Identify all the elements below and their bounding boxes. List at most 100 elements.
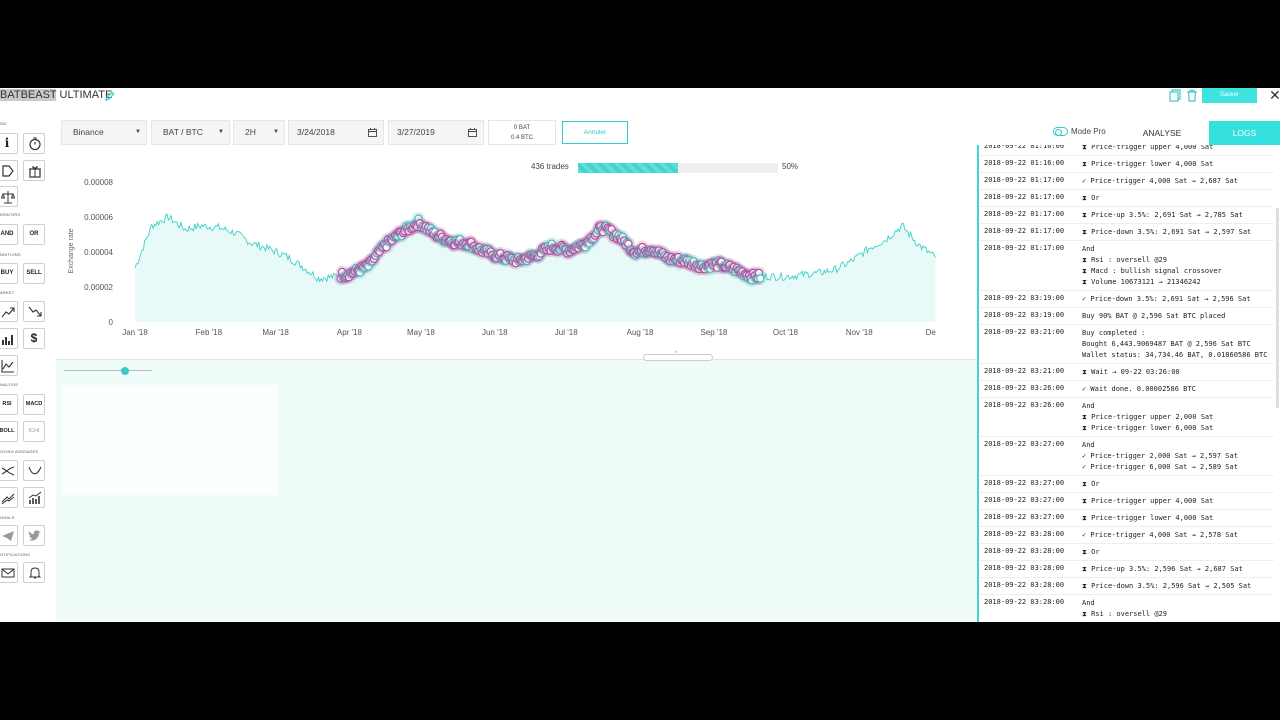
log-timestamp: 2018-09-22 03:27:00: [984, 496, 1065, 504]
log-timestamp: 2018-09-22 03:27:00: [984, 513, 1065, 521]
double-line-icon: [1, 493, 15, 505]
x-tick-label: Jul '18: [555, 328, 578, 337]
x-tick-label: Mar '18: [262, 328, 289, 337]
calendar-icon[interactable]: [368, 128, 377, 137]
start-date-input[interactable]: 3/24/2018: [288, 120, 384, 145]
trash-icon[interactable]: [1186, 89, 1198, 102]
envelope-icon: [1, 568, 15, 578]
toggle-switch[interactable]: [1053, 127, 1068, 136]
ichi-block[interactable]: ICHI: [23, 421, 45, 442]
section-label: ARKET: [0, 290, 15, 295]
log-message: And ⧗ Rsi : oversell @29 ⧗ Macd : bullish …: [1082, 244, 1222, 288]
close-icon[interactable]: ✕: [1269, 88, 1280, 104]
balance-block[interactable]: [0, 186, 18, 207]
log-message: ⧗ Price-trigger upper 4,000 Sat: [1082, 496, 1213, 507]
logs-panel[interactable]: 2018-09-22 01:16:00 ⧗ Price-trigger upper…: [977, 145, 1280, 622]
and-block[interactable]: AND: [0, 224, 18, 245]
candle-block[interactable]: [0, 355, 18, 376]
pencil-icon[interactable]: [104, 90, 116, 102]
line-chart-icon: [1, 360, 14, 373]
log-separator: [979, 475, 1274, 476]
twitter-block[interactable]: [23, 525, 45, 546]
y-tick-label: 0.00006: [84, 213, 113, 222]
price-block[interactable]: $: [23, 328, 45, 349]
log-message-line: Buy 90% BAT @ 2,596 Sat BTC placed: [1082, 312, 1226, 320]
log-message: And ⧗ Rsi : oversell @29: [1082, 598, 1167, 620]
log-message-line: ⧗ Rsi : oversell @29: [1082, 256, 1167, 264]
progress-percent: 50%: [782, 162, 799, 171]
buy-block[interactable]: BUY: [0, 263, 18, 284]
series-area: [135, 214, 936, 322]
price-chart[interactable]: 0 0.00002 0.00004 0.00006 0.00008 Exchange ra…: [56, 174, 976, 364]
save-button[interactable]: Sauver: [1202, 88, 1257, 103]
log-timestamp: 2018-09-22 03:19:00: [984, 311, 1065, 319]
exchange-select[interactable]: Binance ▼: [61, 120, 147, 145]
telegram-block[interactable]: [0, 525, 18, 546]
log-message-line: ⧗ Or: [1082, 194, 1100, 202]
calendar-icon[interactable]: [468, 128, 477, 137]
notification-block[interactable]: [23, 562, 45, 583]
price-down-block[interactable]: [23, 301, 45, 322]
x-tick-label: Aug '18: [627, 328, 654, 337]
log-message-line: And: [1082, 402, 1095, 410]
ma-curve-block[interactable]: [23, 460, 45, 481]
tag-block[interactable]: [0, 160, 18, 181]
log-message-line: ⧗ Volume 10673121 → 21346242: [1082, 278, 1201, 286]
zoom-slider-knob[interactable]: [121, 367, 129, 375]
copy-icon[interactable]: [1169, 89, 1181, 102]
boll-block[interactable]: BOLL: [0, 421, 18, 442]
price-up-block[interactable]: [0, 301, 18, 322]
macd-block[interactable]: MACD: [23, 394, 45, 415]
log-timestamp: 2018-09-22 01:17:00: [984, 193, 1065, 201]
timer-block[interactable]: [23, 133, 45, 154]
log-separator: [979, 363, 1274, 364]
log-separator: [979, 380, 1274, 381]
x-tick-label: May '18: [407, 328, 435, 337]
divider: [56, 359, 976, 360]
zoom-slider-track[interactable]: [64, 370, 152, 371]
log-message-line: ⧗ Or: [1082, 480, 1100, 488]
log-message: ✓ Price-trigger 4,000 Sat → 2,578 Sat: [1082, 530, 1238, 541]
log-message-line: ✓ Price-trigger 4,000 Sat → 2,578 Sat: [1082, 531, 1238, 539]
log-message: Buy completed : Bought 6,443.9069487 BAT …: [1082, 328, 1267, 361]
interval-select[interactable]: 2H ▼: [233, 120, 285, 145]
logs-scrollbar[interactable]: [1276, 208, 1279, 408]
log-message-line: ⧗ Macd : bullish signal crossover: [1082, 267, 1222, 275]
log-separator: [979, 290, 1274, 291]
scale-icon: [1, 191, 15, 204]
mode-pro-toggle[interactable]: Mode Pro: [1053, 127, 1106, 136]
trend-up-icon: [1, 307, 15, 318]
pair-select[interactable]: BAT / BTC ▼: [151, 120, 230, 145]
sell-block[interactable]: SELL: [23, 263, 45, 284]
ma-cross-icon: [1, 466, 15, 476]
log-message-line: Bought 6,443.9069487 BAT @ 2,596 Sat BTC: [1082, 340, 1251, 348]
log-message: ✓ Price-down 3.5%: 2,691 Sat → 2,596 Sat: [1082, 294, 1251, 305]
log-message-line: ✓ Price-trigger 2,000 Sat → 2,597 Sat: [1082, 452, 1238, 460]
volume-block[interactable]: [0, 328, 18, 349]
log-timestamp: 2018-09-22 01:17:00: [984, 227, 1065, 235]
tab-analyse[interactable]: ANALYSE: [1115, 121, 1209, 146]
rsi-block[interactable]: RSI: [0, 394, 18, 415]
cancel-button[interactable]: Annuler: [562, 121, 628, 144]
end-date-input[interactable]: 3/27/2019: [388, 120, 484, 145]
log-timestamp: 2018-09-22 03:26:00: [984, 401, 1065, 409]
or-block[interactable]: OR: [23, 224, 45, 245]
app-window: BATBEAST ULTIMATE Sauver ✕ Binance ▼ BAT…: [0, 88, 1280, 622]
tab-logs[interactable]: LOGS: [1209, 121, 1280, 145]
start-date-value: 3/24/2018: [297, 127, 335, 137]
chevron-up-icon: ^: [675, 351, 678, 357]
ma-double-block[interactable]: [0, 487, 18, 508]
log-separator: [979, 206, 1274, 207]
log-message-line: Buy completed :: [1082, 329, 1146, 337]
log-message: ⧗ Price-down 3.5%: 2,691 Sat → 2,597 Sat: [1082, 227, 1251, 238]
ma-cross-block[interactable]: [0, 460, 18, 481]
log-separator: [979, 155, 1274, 156]
info-block[interactable]: i: [0, 133, 18, 154]
log-message-line: And: [1082, 245, 1095, 253]
ma-bars-block[interactable]: [23, 487, 45, 508]
resize-handle[interactable]: ^: [643, 351, 713, 361]
gift-block[interactable]: [23, 160, 45, 181]
log-message-line: ⧗ Price-up 3.5%: 2,691 Sat → 2,785 Sat: [1082, 211, 1243, 219]
email-block[interactable]: [0, 562, 18, 583]
log-separator: [979, 223, 1274, 224]
